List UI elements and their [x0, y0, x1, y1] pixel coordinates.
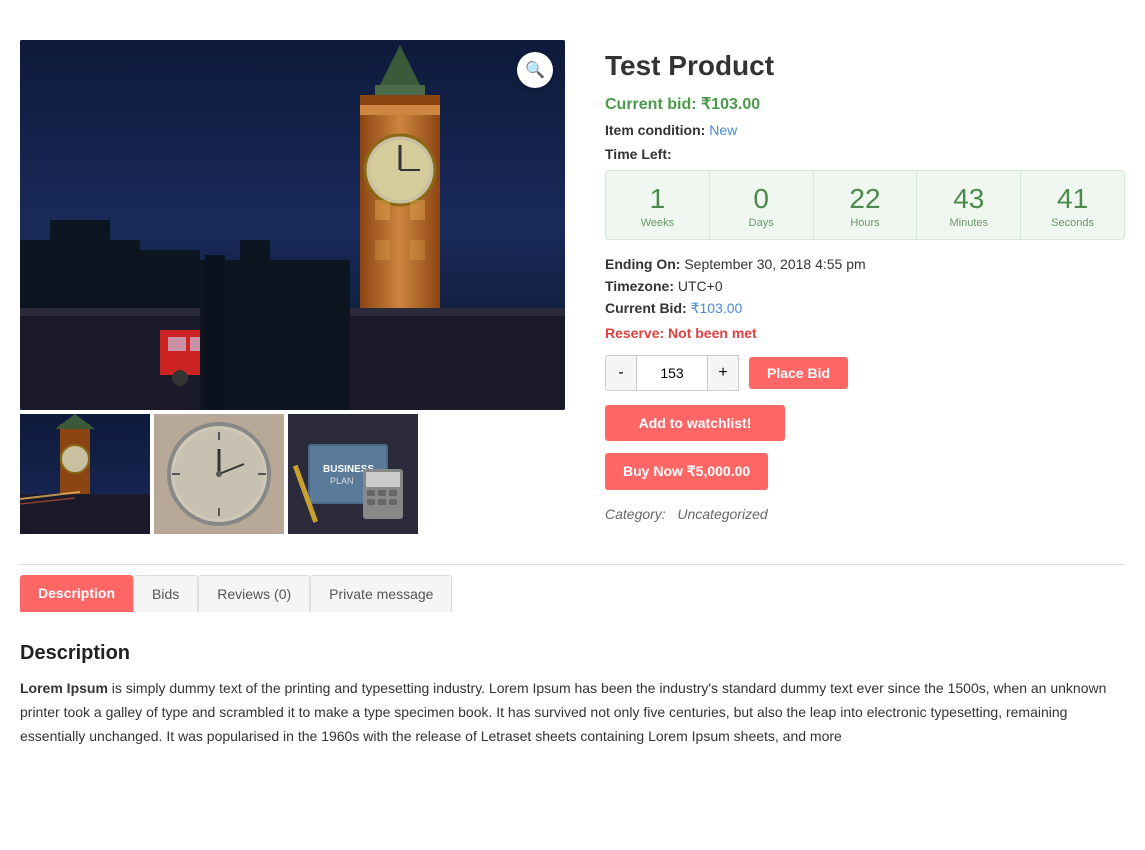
countdown-days-label: Days: [718, 217, 805, 229]
product-section: 🔍: [20, 20, 1125, 564]
svg-text:PLAN: PLAN: [330, 476, 354, 486]
zoom-icon[interactable]: 🔍: [517, 52, 553, 88]
countdown-hours-label: Hours: [822, 217, 909, 229]
timezone: Timezone: UTC+0: [605, 278, 1125, 294]
description-section: Description Lorem Ipsum is simply dummy …: [20, 632, 1125, 758]
category-row: Category: Uncategorized: [605, 506, 1125, 522]
thumbnail-row: BUSINESS PLAN: [20, 414, 565, 534]
countdown-box: 1 Weeks 0 Days 22 Hours 43 Minutes 41: [605, 170, 1125, 240]
timezone-label: Timezone:: [605, 278, 674, 294]
current-bid-row: Current Bid: ₹103.00: [605, 300, 1125, 317]
watchlist-button[interactable]: Add to watchlist!: [605, 405, 785, 441]
tabs-section: Description Bids Reviews (0) Private mes…: [20, 564, 1125, 758]
description-heading: Description: [20, 642, 1125, 665]
category-value: Uncategorized: [677, 506, 767, 522]
item-condition: Item condition: New: [605, 122, 1125, 138]
countdown-minutes: 43 Minutes: [917, 171, 1021, 239]
time-left-label: Time Left:: [605, 146, 1125, 162]
page-wrapper: 🔍: [0, 0, 1145, 778]
tab-reviews[interactable]: Reviews (0): [198, 575, 310, 612]
current-bid-top: Current bid: ₹103.00: [605, 94, 1125, 114]
item-condition-label: Item condition:: [605, 122, 705, 138]
timezone-value: UTC+0: [678, 278, 723, 294]
main-product-image: 🔍: [20, 40, 565, 410]
ending-on-value: September 30, 2018 4:55 pm: [684, 256, 865, 272]
buy-now-button[interactable]: Buy Now ₹5,000.00: [605, 453, 768, 490]
description-body: is simply dummy text of the printing and…: [20, 680, 1106, 744]
search-icon: 🔍: [525, 60, 545, 80]
item-condition-value: New: [709, 122, 737, 138]
current-bid-row-label: Current Bid:: [605, 300, 687, 316]
countdown-seconds-number: 41: [1029, 185, 1116, 213]
countdown-hours-number: 22: [822, 185, 909, 213]
place-bid-button[interactable]: Place Bid: [749, 357, 848, 389]
category-label: Category:: [605, 506, 666, 522]
countdown-weeks-label: Weeks: [614, 217, 701, 229]
current-bid-row-value: ₹103.00: [691, 300, 743, 316]
countdown-seconds: 41 Seconds: [1021, 171, 1124, 239]
thumbnail-3[interactable]: BUSINESS PLAN: [288, 414, 418, 534]
tabs-nav: Description Bids Reviews (0) Private mes…: [20, 575, 1125, 612]
countdown-weeks: 1 Weeks: [606, 171, 710, 239]
bid-plus-button[interactable]: +: [707, 355, 739, 391]
ending-on: Ending On: September 30, 2018 4:55 pm: [605, 256, 1125, 272]
countdown-weeks-number: 1: [614, 185, 701, 213]
ending-on-label: Ending On:: [605, 256, 680, 272]
bid-controls: - + Place Bid: [605, 355, 1125, 391]
tab-private-message[interactable]: Private message: [310, 575, 452, 612]
countdown-days: 0 Days: [710, 171, 814, 239]
description-lorem: Lorem Ipsum: [20, 680, 108, 696]
product-info: Test Product Current bid: ₹103.00 Item c…: [605, 40, 1125, 534]
countdown-seconds-label: Seconds: [1029, 217, 1116, 229]
bid-input[interactable]: [637, 355, 707, 391]
thumbnail-2[interactable]: [154, 414, 284, 534]
product-images: 🔍: [20, 40, 565, 534]
reserve-notice: Reserve: Not been met: [605, 325, 1125, 341]
description-text: Lorem Ipsum is simply dummy text of the …: [20, 677, 1125, 748]
thumbnail-1[interactable]: [20, 414, 150, 534]
countdown-minutes-label: Minutes: [925, 217, 1012, 229]
countdown-days-number: 0: [718, 185, 805, 213]
countdown-hours: 22 Hours: [814, 171, 918, 239]
bid-minus-button[interactable]: -: [605, 355, 637, 391]
tab-bids[interactable]: Bids: [133, 575, 198, 612]
product-title: Test Product: [605, 50, 1125, 82]
countdown-minutes-number: 43: [925, 185, 1012, 213]
tab-description[interactable]: Description: [20, 575, 133, 612]
